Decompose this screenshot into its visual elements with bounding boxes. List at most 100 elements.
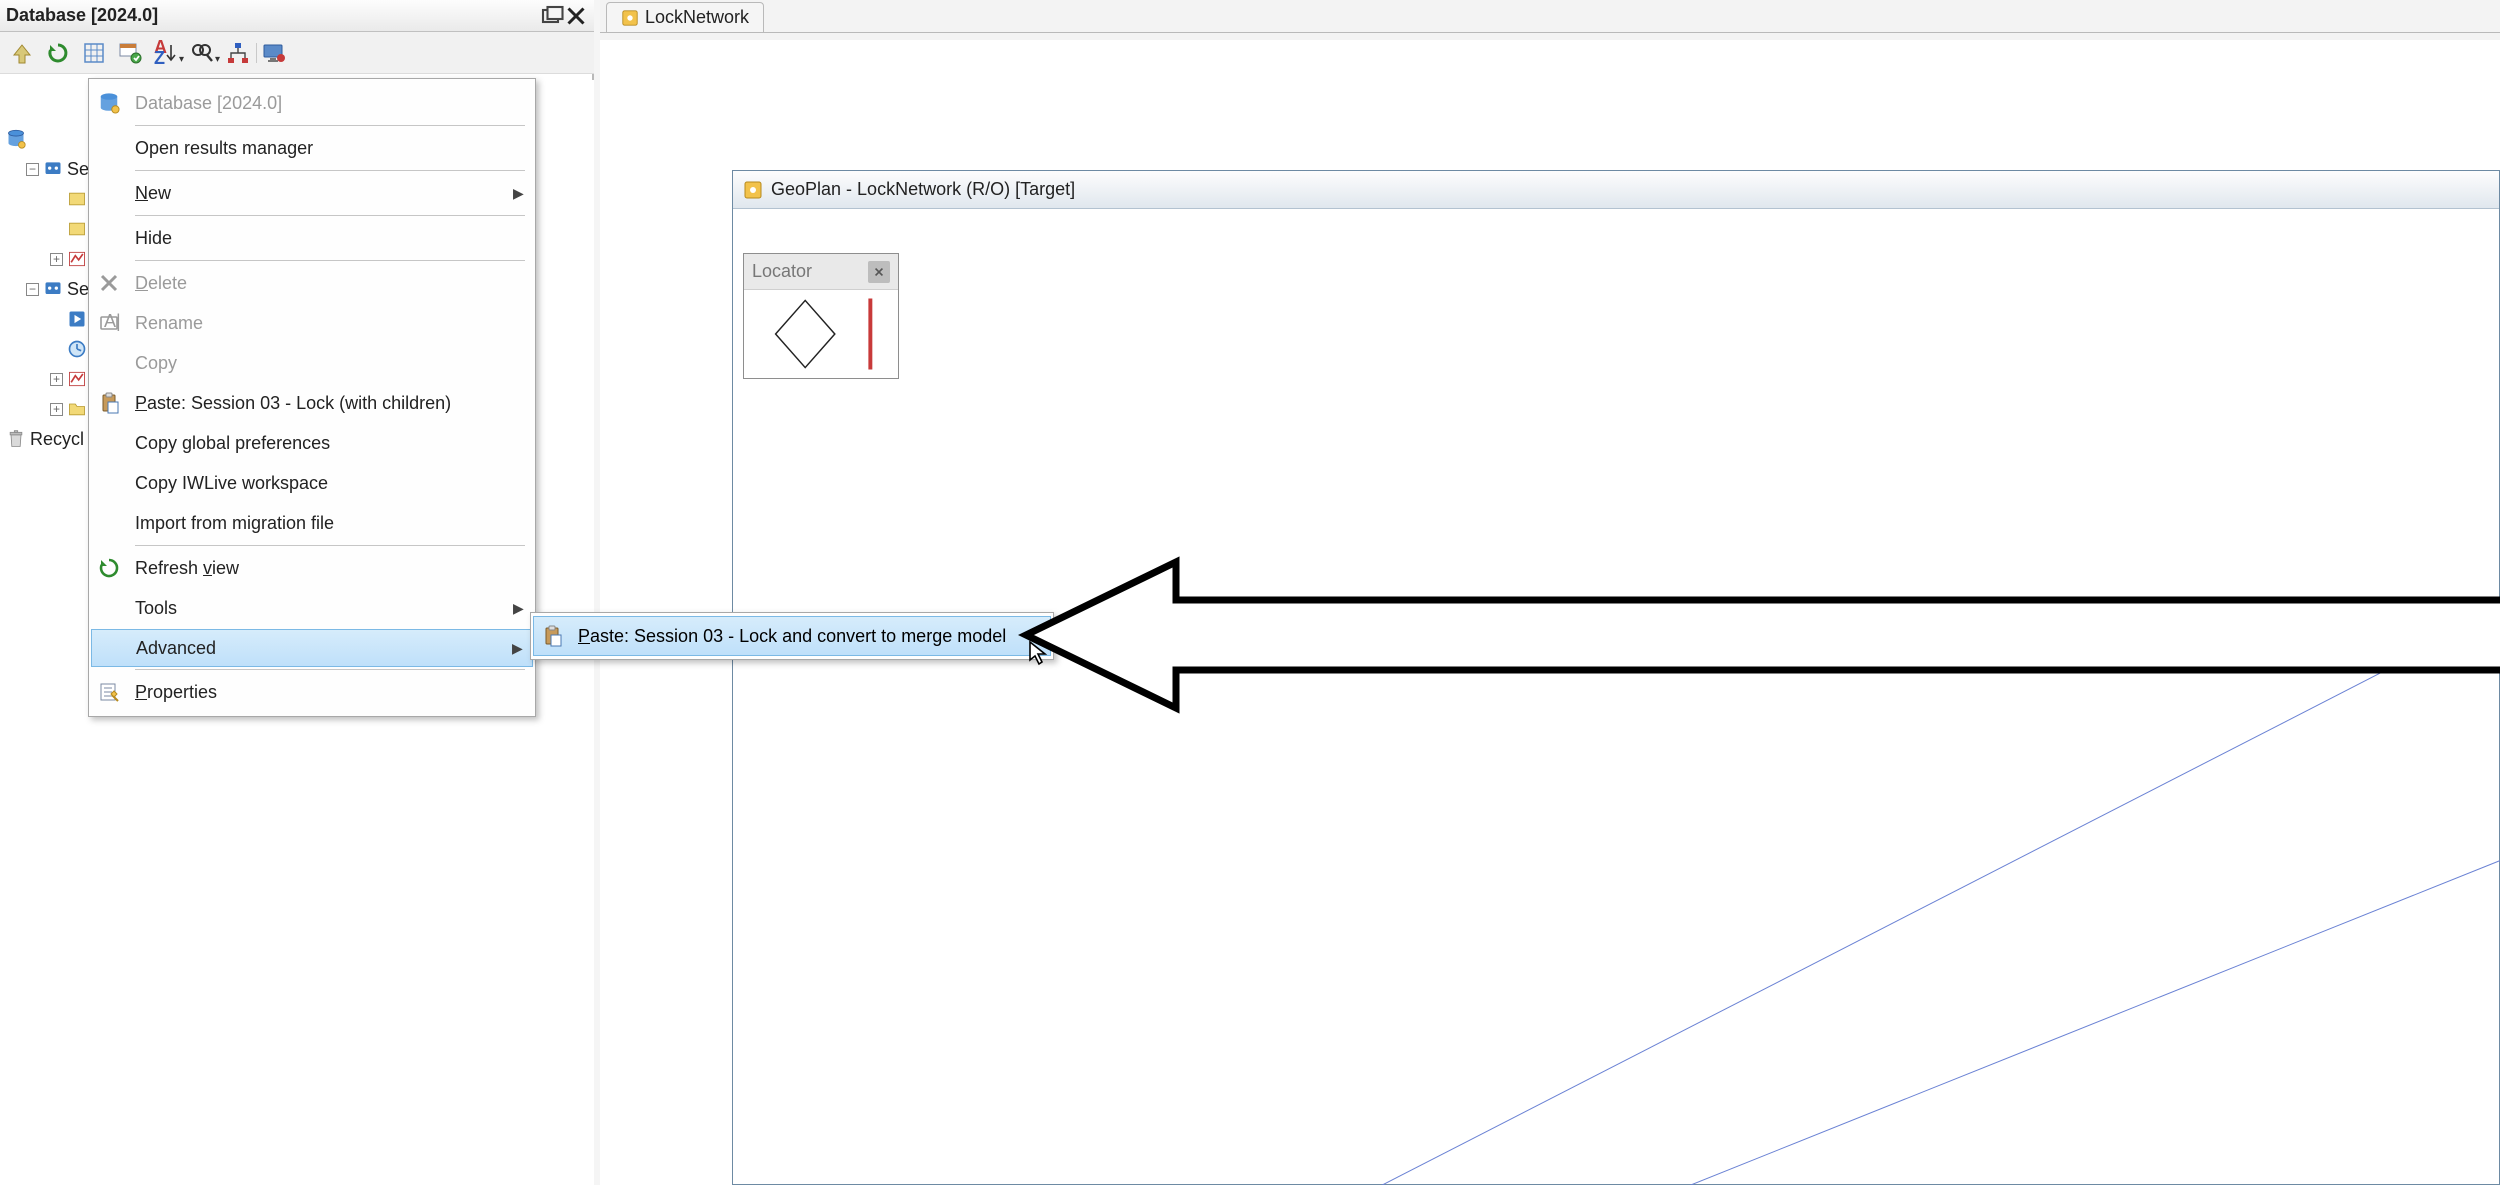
network-lines [741, 217, 2499, 1184]
context-item-copy-iwlive[interactable]: Copy IWLive workspace [91, 463, 533, 503]
context-item-label: New [135, 183, 501, 204]
delete-icon [95, 269, 123, 297]
dropdown-caret-icon[interactable]: ▾ [215, 54, 220, 65]
clock-icon [67, 339, 87, 359]
context-item-rename: A| Rename [91, 303, 533, 343]
submenu-arrow-icon: ▶ [512, 640, 524, 657]
context-menu-header: Database [2024.0] [91, 83, 533, 123]
database-toolbar: AZ ▾ ▾ [0, 32, 594, 74]
find-icon[interactable]: ▾ [190, 41, 214, 65]
tree-recycle-bin[interactable]: Recycl [0, 424, 84, 454]
mouse-cursor-icon [1028, 640, 1048, 666]
folder-icon [67, 399, 87, 419]
tab-label: LockNetwork [645, 7, 749, 28]
context-item-properties[interactable]: Properties [91, 672, 533, 712]
context-item-hide[interactable]: Hide [91, 218, 533, 258]
context-item-import-migration[interactable]: Import from migration file [91, 503, 533, 543]
context-submenu-advanced[interactable]: Paste: Session 03 - Lock and convert to … [530, 612, 1054, 660]
geoplan-icon [743, 180, 763, 200]
context-item-advanced[interactable]: Advanced ▶ [91, 629, 533, 667]
submenu-arrow-icon: ▶ [513, 185, 525, 202]
context-menu-separator [135, 125, 525, 126]
session-icon [43, 159, 63, 179]
submenu-arrow-icon: ▶ [513, 600, 525, 617]
svg-text:A|: A| [104, 311, 121, 331]
database-panel-title: Database [2024.0] [6, 5, 540, 26]
database-panel-header: Database [2024.0] [0, 0, 594, 32]
context-item-tools[interactable]: Tools ▶ [91, 588, 533, 628]
network-icon [621, 9, 639, 27]
context-menu-separator [135, 669, 525, 670]
context-menu-header-label: Database [2024.0] [135, 93, 525, 114]
tab-divider [600, 32, 2500, 33]
dropdown-caret-icon[interactable]: ▾ [179, 54, 184, 65]
refresh-icon[interactable] [46, 41, 70, 65]
context-item-label: Copy global preferences [135, 433, 525, 454]
context-item-new[interactable]: New ▶ [91, 173, 533, 213]
context-item-label: Paste: Session 03 - Lock (with children) [135, 393, 525, 414]
document-area: LockNetwork GeoPlan - LockNetwork (R/O) … [600, 0, 2500, 1185]
context-item-label: Advanced [136, 638, 500, 659]
collapse-toggle-icon[interactable]: − [26, 163, 39, 176]
context-item-copy: Copy [91, 343, 533, 383]
context-item-label: Copy IWLive workspace [135, 473, 525, 494]
tree-item-l1[interactable]: L [0, 184, 101, 214]
context-item-label: Rename [135, 313, 525, 334]
close-panel-icon[interactable] [564, 6, 588, 26]
layer-icon [67, 219, 87, 239]
context-item-label: Refresh view [135, 558, 525, 579]
monitor-icon[interactable] [262, 41, 286, 65]
database-icon [6, 129, 26, 149]
collapse-toggle-icon[interactable]: − [26, 283, 39, 296]
properties-icon [95, 678, 123, 706]
paste-icon [95, 389, 123, 417]
paste-icon [538, 622, 566, 650]
context-menu-separator [135, 260, 525, 261]
grid-settings-icon[interactable] [82, 41, 106, 65]
chart-icon [67, 249, 87, 269]
database-icon [95, 89, 123, 117]
context-item-copy-global[interactable]: Copy global preferences [91, 423, 533, 463]
refresh-icon [95, 554, 123, 582]
context-menu[interactable]: Database [2024.0] Open results manager N… [88, 78, 536, 717]
trash-icon [6, 429, 26, 449]
rename-icon: A| [95, 309, 123, 337]
tab-strip: LockNetwork [600, 0, 764, 32]
hierarchy-icon[interactable] [226, 41, 250, 65]
expand-toggle-icon[interactable]: + [50, 403, 63, 416]
context-item-label: Import from migration file [135, 513, 525, 534]
context-menu-separator [135, 170, 525, 171]
context-item-label: Hide [135, 228, 525, 249]
svg-text:Z: Z [154, 48, 165, 68]
context-item-label: Paste: Session 03 - Lock and convert to … [578, 626, 1040, 647]
tree-item-label: Recycl [30, 429, 84, 450]
geoplan-title: GeoPlan - LockNetwork (R/O) [Target] [771, 179, 1075, 200]
restore-window-icon[interactable] [540, 6, 564, 26]
filter-icon[interactable] [118, 41, 142, 65]
sort-az-icon[interactable]: AZ ▾ [154, 41, 178, 65]
context-menu-separator [135, 215, 525, 216]
context-item-label: Delete [135, 273, 525, 294]
context-item-label: Properties [135, 682, 525, 703]
context-subitem-paste-convert[interactable]: Paste: Session 03 - Lock and convert to … [533, 616, 1051, 656]
context-item-refresh-view[interactable]: Refresh view [91, 548, 533, 588]
context-menu-separator [135, 545, 525, 546]
chart-icon [67, 369, 87, 389]
expand-toggle-icon[interactable]: + [50, 253, 63, 266]
context-item-open-results[interactable]: Open results manager [91, 128, 533, 168]
context-item-label: Tools [135, 598, 501, 619]
run-icon [67, 309, 87, 329]
up-arrow-icon[interactable] [10, 41, 34, 65]
expand-toggle-icon[interactable]: + [50, 373, 63, 386]
geoplan-titlebar[interactable]: GeoPlan - LockNetwork (R/O) [Target] [733, 171, 2499, 209]
geoplan-window: GeoPlan - LockNetwork (R/O) [Target] Loc… [732, 170, 2500, 1185]
context-item-label: Open results manager [135, 138, 525, 159]
tree-item-l2[interactable]: L [0, 214, 101, 244]
context-item-label: Copy [135, 353, 525, 374]
geoplan-client[interactable]: Locator [741, 217, 2499, 1184]
session-icon [43, 279, 63, 299]
context-item-delete: Delete [91, 263, 533, 303]
context-item-paste[interactable]: Paste: Session 03 - Lock (with children) [91, 383, 533, 423]
tree-item-f1[interactable]: + F [0, 394, 102, 424]
tab-locknetwork[interactable]: LockNetwork [606, 2, 764, 32]
